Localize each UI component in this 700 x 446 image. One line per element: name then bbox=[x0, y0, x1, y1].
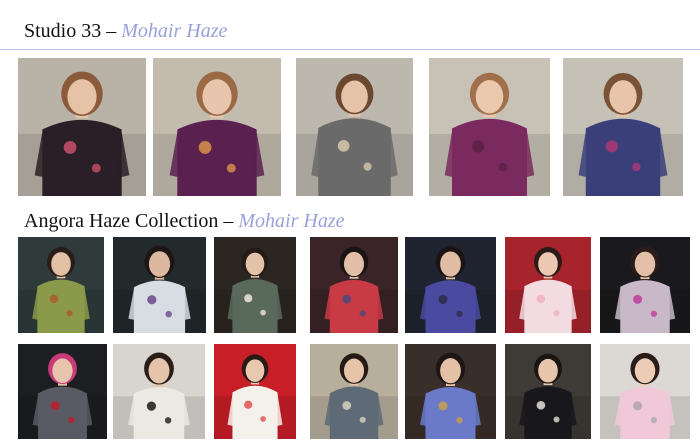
studio-photo-5[interactable] bbox=[563, 58, 683, 196]
angora-photo-row1-6[interactable] bbox=[505, 237, 591, 333]
model-photo-icon bbox=[113, 344, 205, 439]
angora-photo-row2-1[interactable] bbox=[18, 344, 107, 439]
studio-photo-4[interactable] bbox=[429, 58, 550, 196]
angora-photo-row2-2[interactable] bbox=[113, 344, 205, 439]
model-photo-icon bbox=[405, 344, 496, 439]
section-divider bbox=[0, 49, 700, 50]
brand-name: Mohair Haze bbox=[238, 210, 345, 232]
model-photo-icon bbox=[18, 344, 107, 439]
angora-photo-row1-4[interactable] bbox=[310, 237, 398, 333]
model-photo-icon bbox=[429, 58, 550, 196]
model-photo-icon bbox=[600, 237, 690, 333]
angora-photo-row1-2[interactable] bbox=[113, 237, 206, 333]
model-photo-icon bbox=[405, 237, 496, 333]
section-name: Studio 33 bbox=[24, 20, 102, 42]
studio-photo-1[interactable] bbox=[18, 58, 146, 196]
model-photo-icon bbox=[18, 237, 104, 333]
section-name: Angora Haze Collection bbox=[24, 210, 219, 232]
heading-dash: – bbox=[106, 20, 117, 42]
angora-photo-row2-5[interactable] bbox=[405, 344, 496, 439]
model-photo-icon bbox=[310, 237, 398, 333]
model-photo-icon bbox=[505, 344, 591, 439]
model-photo-icon bbox=[600, 344, 690, 439]
model-photo-icon bbox=[563, 58, 683, 196]
angora-photo-row2-4[interactable] bbox=[310, 344, 398, 439]
angora-photo-row2-6[interactable] bbox=[505, 344, 591, 439]
model-photo-icon bbox=[214, 344, 296, 439]
brand-name: Mohair Haze bbox=[121, 20, 228, 42]
studio-photo-2[interactable] bbox=[153, 58, 281, 196]
model-photo-icon bbox=[214, 237, 296, 333]
model-photo-icon bbox=[18, 58, 146, 196]
angora-photo-row1-5[interactable] bbox=[405, 237, 496, 333]
angora-photo-row1-3[interactable] bbox=[214, 237, 296, 333]
angora-photo-row1-7[interactable] bbox=[600, 237, 690, 333]
angora-photo-row2-3[interactable] bbox=[214, 344, 296, 439]
angora-section-heading: Angora Haze Collection – Mohair Haze bbox=[24, 210, 344, 233]
angora-photo-row2-7[interactable] bbox=[600, 344, 690, 439]
model-photo-icon bbox=[296, 58, 413, 196]
heading-dash: – bbox=[223, 210, 234, 232]
angora-photo-row1-1[interactable] bbox=[18, 237, 104, 333]
model-photo-icon bbox=[310, 344, 398, 439]
studio-section-heading: Studio 33– Mohair Haze bbox=[24, 20, 227, 43]
studio-photo-3[interactable] bbox=[296, 58, 413, 196]
model-photo-icon bbox=[113, 237, 206, 333]
model-photo-icon bbox=[153, 58, 281, 196]
model-photo-icon bbox=[505, 237, 591, 333]
